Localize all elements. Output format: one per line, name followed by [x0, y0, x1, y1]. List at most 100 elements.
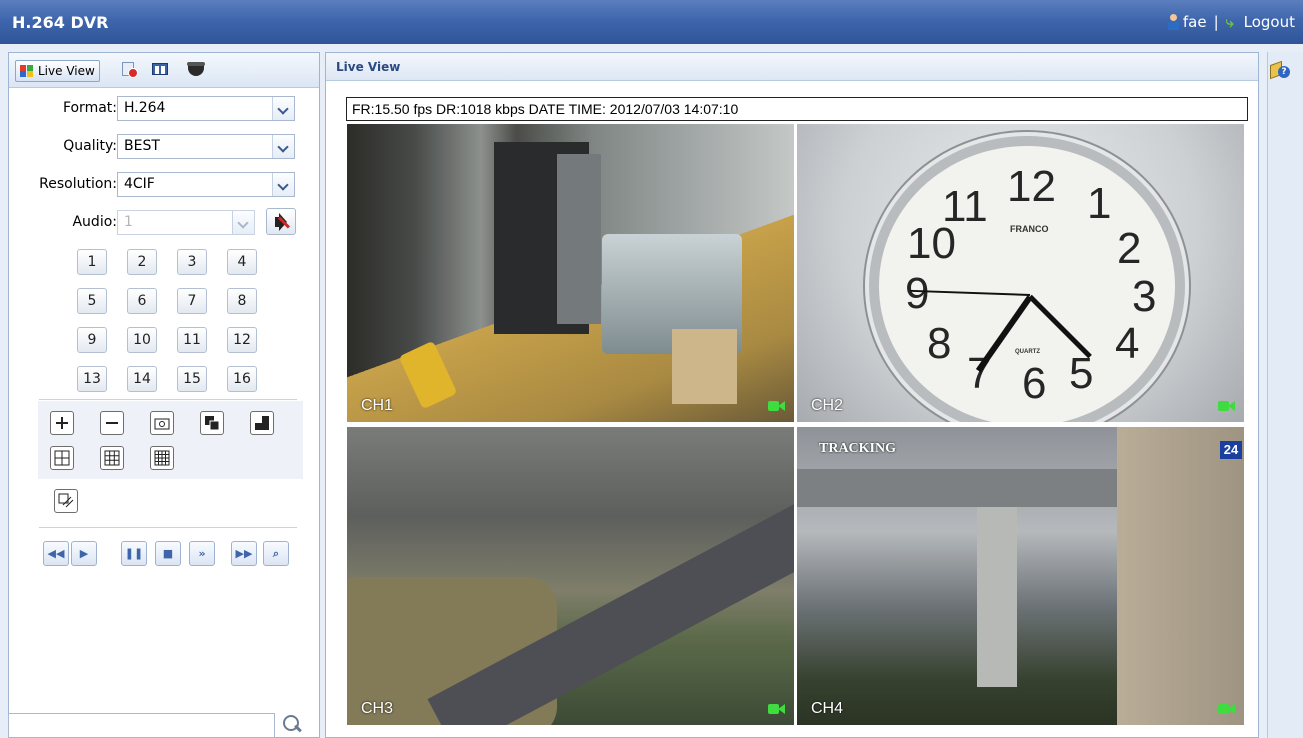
audio-value: 1 [124, 214, 133, 230]
channel-label: CH4 [811, 700, 844, 717]
pop-button[interactable] [250, 411, 274, 435]
record-camera-icon [1218, 398, 1236, 412]
tab-live-view[interactable]: Live View [15, 60, 100, 82]
divider [39, 399, 297, 400]
audio-select: 1 [117, 210, 255, 235]
audio-row: Audio: 1 [9, 207, 319, 237]
app-title: H.264 DVR [12, 13, 109, 32]
mute-button[interactable] [266, 208, 296, 235]
video-ch2[interactable]: FRANCO 12 1 2 3 4 5 6 7 8 9 10 11 QUARTZ… [797, 124, 1244, 422]
chevron-down-icon[interactable] [272, 97, 294, 120]
channel-button-8[interactable]: 8 [227, 288, 257, 314]
fast-forward-button[interactable]: » [189, 541, 215, 566]
scene-pillar [977, 507, 1017, 687]
stop-button[interactable]: ■ [155, 541, 181, 566]
video-ch4[interactable]: TRACKING 24 CH4 [797, 427, 1244, 725]
clock-number: 6 [1022, 359, 1047, 408]
pause-button[interactable]: ❚❚ [121, 541, 147, 566]
rewind-button[interactable]: ◀◀ [43, 541, 69, 566]
channel-button-9[interactable]: 9 [77, 327, 107, 353]
user-area: fae | ⤷ Logout [1167, 13, 1295, 31]
tracking-overlay: TRACKING [819, 441, 897, 456]
quality-select[interactable]: BEST [117, 134, 295, 159]
main-header: Live View [326, 53, 1258, 81]
chevron-down-icon[interactable] [272, 173, 294, 196]
resolution-select[interactable]: 4CIF [117, 172, 295, 197]
quality-label: Quality: [63, 138, 117, 154]
channel-button-7[interactable]: 7 [177, 288, 207, 314]
clock-number: 3 [1132, 272, 1157, 321]
username: fae [1182, 13, 1207, 31]
divider [39, 527, 297, 528]
chevron-down-icon [232, 211, 254, 234]
channel-button-4[interactable]: 4 [227, 249, 257, 275]
channel-button-12[interactable]: 12 [227, 327, 257, 353]
channel-button-11[interactable]: 11 [177, 327, 207, 353]
channel-button-13[interactable]: 13 [77, 366, 107, 392]
channel-label: CH1 [361, 397, 394, 414]
zoom-out-button[interactable] [100, 411, 124, 435]
snapshot-button[interactable] [150, 411, 174, 435]
search-icon[interactable] [281, 713, 303, 735]
clock-number: 1 [1087, 179, 1112, 228]
scene-box [672, 329, 737, 404]
channel-label: CH3 [361, 700, 394, 717]
channel-button-14[interactable]: 14 [127, 366, 157, 392]
zoom-in-button[interactable] [50, 411, 74, 435]
video-ch1[interactable]: CH1 [347, 124, 794, 422]
right-side-panel [1267, 52, 1303, 738]
live-view-icon [20, 65, 33, 77]
record-camera-icon [768, 701, 786, 715]
channel-button-2[interactable]: 2 [127, 249, 157, 275]
layout-controls [38, 401, 303, 479]
audio-label: Audio: [72, 214, 117, 230]
format-row: Format: H.264 [9, 93, 319, 123]
page-title: Live View [336, 60, 401, 74]
video-ch3[interactable]: CH3 [347, 427, 794, 725]
clock-number: 4 [1115, 319, 1140, 368]
logout-icon[interactable]: ⤷ [1226, 14, 1240, 30]
search-input[interactable] [8, 713, 275, 738]
sixteen-view-button[interactable] [150, 446, 174, 470]
clock-brand: FRANCO [1010, 224, 1049, 234]
clock-number: 8 [927, 319, 952, 368]
format-select[interactable]: H.264 [117, 96, 295, 121]
clock-number: 12 [1007, 162, 1056, 211]
search-playback-button[interactable]: ⌕ [263, 541, 289, 566]
resolution-label: Resolution: [39, 176, 117, 192]
clock-number: 9 [905, 269, 930, 318]
scene-door-panel [557, 154, 601, 324]
channel-button-1[interactable]: 1 [77, 249, 107, 275]
logout-link[interactable]: Logout [1244, 13, 1295, 31]
status-bar: FR:15.50 fps DR:1018 kbps DATE TIME: 201… [346, 97, 1248, 121]
user-icon [1167, 14, 1179, 30]
clock-quartz: QUARTZ [1015, 349, 1040, 355]
clock-number: 2 [1117, 224, 1142, 273]
clock-number: 11 [942, 182, 988, 231]
play-button[interactable]: ▶ [71, 541, 97, 566]
help-icon[interactable]: ? [1270, 60, 1290, 80]
channel-button-3[interactable]: 3 [177, 249, 207, 275]
record-camera-icon [768, 398, 786, 412]
resolution-value: 4CIF [124, 176, 155, 192]
quality-row: Quality: BEST [9, 131, 319, 161]
chevron-down-icon[interactable] [272, 135, 294, 158]
scene-bottle [398, 340, 458, 410]
pip-button[interactable] [200, 411, 224, 435]
next-frame-button[interactable]: ▶▶ [231, 541, 257, 566]
nine-view-button[interactable] [100, 446, 124, 470]
channel-button-10[interactable]: 10 [127, 327, 157, 353]
quad-view-button[interactable] [50, 446, 74, 470]
sequence-button[interactable] [54, 489, 78, 513]
record-icon[interactable] [121, 62, 139, 78]
channel-button-6[interactable]: 6 [127, 288, 157, 314]
dome-camera-icon[interactable] [187, 62, 205, 78]
channel-button-15[interactable]: 15 [177, 366, 207, 392]
scene-building [1117, 427, 1244, 725]
channel-number-overlay: 24 [1220, 441, 1242, 459]
network-icon[interactable] [151, 62, 169, 78]
channel-label: CH2 [811, 397, 844, 414]
tab-live-view-label: Live View [38, 64, 95, 78]
channel-button-5[interactable]: 5 [77, 288, 107, 314]
channel-button-16[interactable]: 16 [227, 366, 257, 392]
